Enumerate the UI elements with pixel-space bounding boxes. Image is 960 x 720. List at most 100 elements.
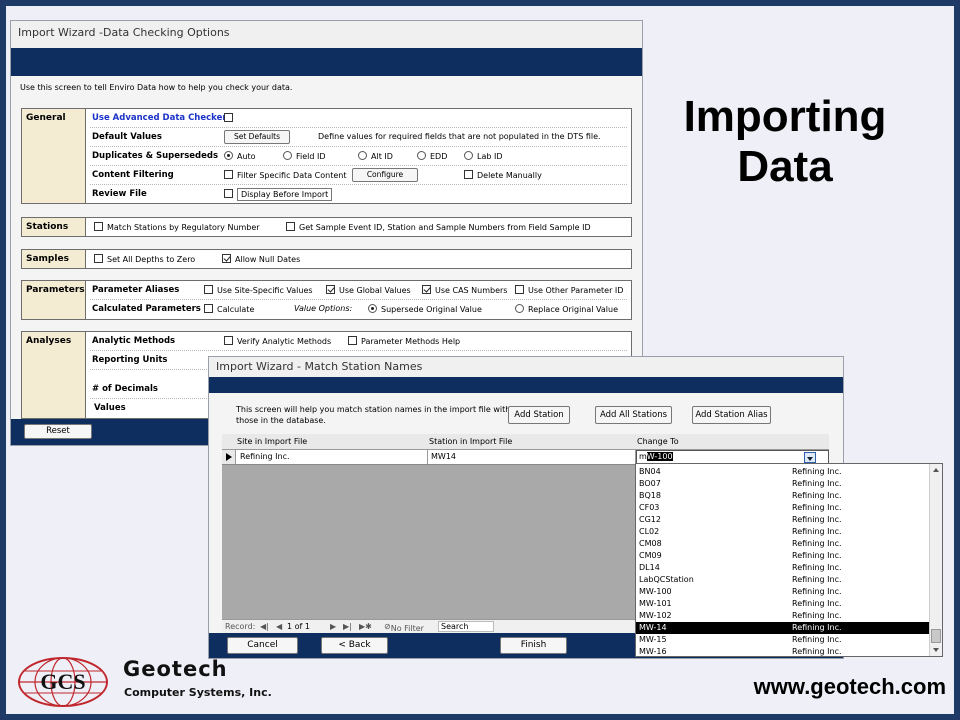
stations-group: Stations Match Stations by Regulatory Nu… [21, 217, 632, 237]
methods-help-checkbox[interactable]: Parameter Methods Help [348, 336, 460, 346]
radio-alt-id[interactable]: Alt ID [358, 151, 393, 161]
site-name: Refining Inc. [792, 539, 842, 548]
station-name: LabQCStation [639, 575, 694, 584]
radio-field-id[interactable]: Field ID [283, 151, 326, 161]
other-param-id-checkbox[interactable]: Use Other Parameter ID [515, 285, 623, 295]
global-values-checkbox[interactable]: Use Global Values [326, 285, 411, 295]
cas-numbers-checkbox[interactable]: Use CAS Numbers [422, 285, 507, 295]
get-sample-event-checkbox[interactable]: Get Sample Event ID, Station and Sample … [286, 222, 591, 232]
station-name: CM09 [639, 551, 662, 560]
list-item[interactable]: MW-100 Refining Inc. [636, 586, 929, 598]
window-header-bar [11, 48, 642, 76]
analytic-methods-label: Analytic Methods [92, 336, 176, 346]
content-filtering-label: Content Filtering [92, 170, 174, 180]
row-duplicates: Duplicates & Supersededs Auto Field ID A… [90, 148, 627, 166]
next-record-icon[interactable]: ▶ [330, 622, 336, 631]
list-item[interactable]: MW-102 Refining Inc. [636, 610, 929, 622]
record-label: Record: [225, 622, 256, 631]
list-item[interactable]: BQ18 Refining Inc. [636, 490, 929, 502]
station-name: CL02 [639, 527, 660, 536]
company-subtitle: Computer Systems, Inc. [124, 686, 272, 699]
row-content-filtering: Content Filtering Filter Specific Data C… [90, 167, 627, 185]
match-regulatory-checkbox[interactable]: Match Stations by Regulatory Number [94, 222, 260, 232]
list-item[interactable]: CL02 Refining Inc. [636, 526, 929, 538]
display-before-import-checkbox[interactable]: Display Before Import [224, 188, 333, 201]
cancel-button[interactable]: Cancel [227, 637, 298, 654]
list-item[interactable]: BN04 Refining Inc. [636, 466, 929, 478]
site-specific-checkbox[interactable]: Use Site-Specific Values [204, 285, 313, 295]
site-name: Refining Inc. [792, 611, 842, 620]
station-name: CM08 [639, 539, 662, 548]
row-stations: Match Stations by Regulatory Number Get … [94, 219, 627, 237]
search-field[interactable]: Search [438, 621, 494, 632]
site-name: Refining Inc. [792, 635, 842, 644]
station-name: MW-16 [639, 647, 667, 656]
site-name: Refining Inc. [792, 515, 842, 524]
list-item[interactable]: MW-101 Refining Inc. [636, 598, 929, 610]
scroll-up-icon[interactable] [930, 464, 942, 476]
delete-manually-checkbox[interactable]: Delete Manually [464, 170, 542, 180]
site-name: Refining Inc. [792, 479, 842, 488]
station-dropdown-list[interactable]: BN04 Refining Inc. BO07 Refining Inc. BQ18 Re… [635, 463, 943, 657]
row-samples: Set All Depths to Zero Allow Null Dates [94, 251, 627, 269]
new-record-icon[interactable]: ▶✱ [359, 622, 372, 631]
list-item[interactable]: CM08 Refining Inc. [636, 538, 929, 550]
scroll-down-icon[interactable] [930, 644, 942, 656]
site-name: Refining Inc. [792, 623, 842, 632]
list-item[interactable]: MW-15 Refining Inc. [636, 634, 929, 646]
globe-logo-icon: GCS [18, 657, 108, 707]
value-options-label: Value Options: [294, 304, 353, 313]
dropdown-scrollbar[interactable] [929, 464, 942, 656]
radio-lab-id[interactable]: Lab ID [464, 151, 503, 161]
add-station-alias-button[interactable]: Add Station Alias [692, 406, 771, 424]
dropdown-arrow-icon[interactable] [804, 452, 816, 463]
row-selector-icon[interactable] [222, 450, 236, 464]
filter-specific-checkbox[interactable]: Filter Specific Data Content [224, 170, 347, 180]
reset-button[interactable]: Reset [24, 424, 92, 439]
back-button[interactable]: < Back [321, 637, 388, 654]
allow-null-dates-checkbox[interactable]: Allow Null Dates [222, 254, 300, 264]
list-item[interactable]: MW-16 Refining Inc. [636, 646, 929, 656]
prev-record-icon[interactable]: ◀ [276, 622, 282, 631]
list-item[interactable]: CF03 Refining Inc. [636, 502, 929, 514]
list-item[interactable]: MW-14 Refining Inc. [636, 622, 929, 634]
station-name: MW-100 [639, 587, 672, 596]
record-position[interactable]: 1 of 1 [287, 622, 310, 631]
advanced-checker-checkbox[interactable] [224, 113, 237, 123]
radio-supersede-original[interactable]: Supersede Original Value [368, 304, 482, 314]
first-record-icon[interactable]: ◀| [260, 622, 269, 631]
add-all-stations-button[interactable]: Add All Stations [595, 406, 672, 424]
window-title: Import Wizard - Match Station Names [209, 357, 843, 377]
station-name: MW-102 [639, 611, 672, 620]
change-to-combobox[interactable]: mW-100 [636, 450, 829, 464]
finish-button[interactable]: Finish [500, 637, 567, 654]
col-station-header: Station in Import File [429, 437, 513, 446]
group-label-samples: Samples [22, 250, 86, 268]
no-filter-button[interactable]: ⊘ No Filter [384, 622, 424, 633]
calculate-checkbox[interactable]: Calculate [204, 304, 254, 314]
station-cell[interactable]: MW14 [428, 450, 636, 464]
last-record-icon[interactable]: ▶| [343, 622, 352, 631]
parameters-group: Parameters Parameter Aliases Use Site-Sp… [21, 280, 632, 320]
row-analytic-methods: Analytic Methods Verify Analytic Methods… [90, 333, 627, 351]
list-item[interactable]: LabQCStation Refining Inc. [636, 574, 929, 586]
window-title: Import Wizard -Data Checking Options [11, 21, 642, 48]
group-label-general: General [22, 109, 86, 203]
list-item[interactable]: BO07 Refining Inc. [636, 478, 929, 490]
configure-button[interactable]: Configure [352, 168, 418, 182]
add-station-button[interactable]: Add Station [508, 406, 570, 424]
scroll-thumb[interactable] [931, 629, 941, 643]
site-name: Refining Inc. [792, 551, 842, 560]
site-cell[interactable]: Refining Inc. [237, 450, 428, 464]
list-item[interactable]: CM09 Refining Inc. [636, 550, 929, 562]
verify-methods-checkbox[interactable]: Verify Analytic Methods [224, 336, 331, 346]
list-item[interactable]: CG12 Refining Inc. [636, 514, 929, 526]
site-name: Refining Inc. [792, 467, 842, 476]
radio-auto[interactable]: Auto [224, 151, 256, 161]
set-depths-zero-checkbox[interactable]: Set All Depths to Zero [94, 254, 195, 264]
radio-replace-original[interactable]: Replace Original Value [515, 304, 618, 314]
radio-edd[interactable]: EDD [417, 151, 447, 161]
list-item[interactable]: DL14 Refining Inc. [636, 562, 929, 574]
group-label-parameters: Parameters [22, 281, 86, 319]
set-defaults-button[interactable]: Set Defaults [224, 130, 290, 144]
